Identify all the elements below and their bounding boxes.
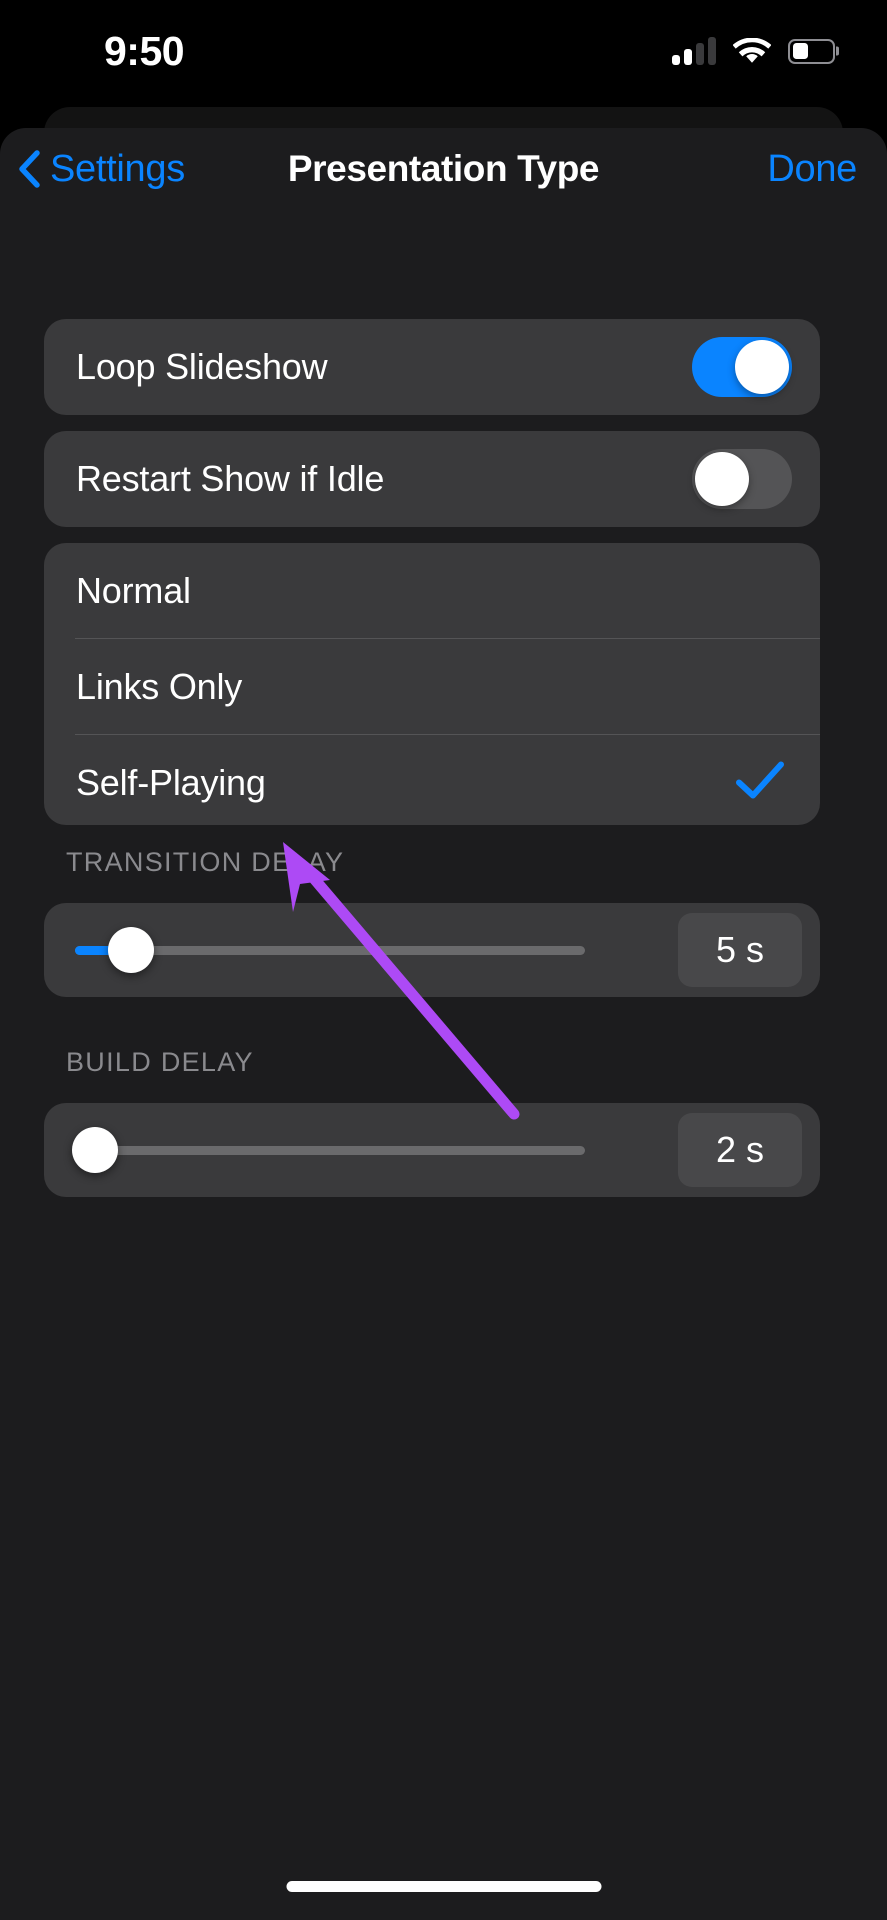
slider-knob[interactable] [72, 1127, 119, 1173]
status-bar: 9:50 [0, 0, 887, 100]
option-row-self-playing[interactable]: Self-Playing [44, 735, 820, 831]
toggle-knob [695, 452, 749, 506]
row-loop-slideshow[interactable]: Loop Slideshow [44, 319, 820, 415]
loop-slideshow-card: Loop Slideshow [44, 319, 820, 415]
page-title: Presentation Type [287, 148, 600, 189]
status-bar-indicators [672, 34, 835, 68]
restart-show-if-idle-label: Restart Show if Idle [76, 458, 385, 499]
home-indicator[interactable] [286, 1881, 601, 1892]
wifi-icon [732, 37, 772, 65]
loop-slideshow-label: Loop Slideshow [76, 346, 328, 387]
transition-delay-value[interactable]: 5 s [678, 913, 802, 987]
option-label-links-only: Links Only [76, 666, 243, 707]
battery-icon [788, 38, 835, 64]
slider-knob[interactable] [108, 927, 155, 973]
slider-track [72, 1127, 585, 1173]
section-header-build-delay: BUILD DELAY [66, 1047, 254, 1077]
build-delay-value[interactable]: 2 s [678, 1113, 802, 1187]
checkmark-icon [736, 761, 784, 806]
done-button[interactable]: Done [767, 128, 857, 210]
restart-show-if-idle-toggle[interactable] [692, 449, 792, 509]
build-delay-card: 2 s [44, 1103, 820, 1197]
restart-show-if-idle-card: Restart Show if Idle [44, 431, 820, 527]
section-header-transition-delay: TRANSITION DELAY [66, 847, 345, 877]
transition-delay-card: 5 s [44, 903, 820, 997]
presentation-type-options-card: Normal Links Only Self-Playing [44, 543, 820, 825]
option-label-normal: Normal [76, 570, 191, 611]
toggle-knob [735, 340, 789, 394]
option-label-self-playing: Self-Playing [76, 762, 266, 803]
row-restart-show-if-idle[interactable]: Restart Show if Idle [44, 431, 820, 527]
loop-slideshow-toggle[interactable] [692, 337, 792, 397]
build-delay-slider[interactable] [72, 1103, 585, 1197]
settings-sheet: Settings Presentation Type Done Loop Sli… [0, 128, 887, 1920]
slider-track [75, 927, 585, 973]
phone-screen: 9:50 Settings Presentation Type Done Loo… [0, 0, 887, 1920]
status-bar-time: 9:50 [104, 28, 185, 74]
option-row-links-only[interactable]: Links Only [44, 639, 820, 735]
option-row-normal[interactable]: Normal [44, 543, 820, 639]
navigation-bar: Settings Presentation Type Done [0, 128, 887, 210]
cellular-bars-icon [672, 36, 716, 65]
transition-delay-slider[interactable] [75, 903, 585, 997]
